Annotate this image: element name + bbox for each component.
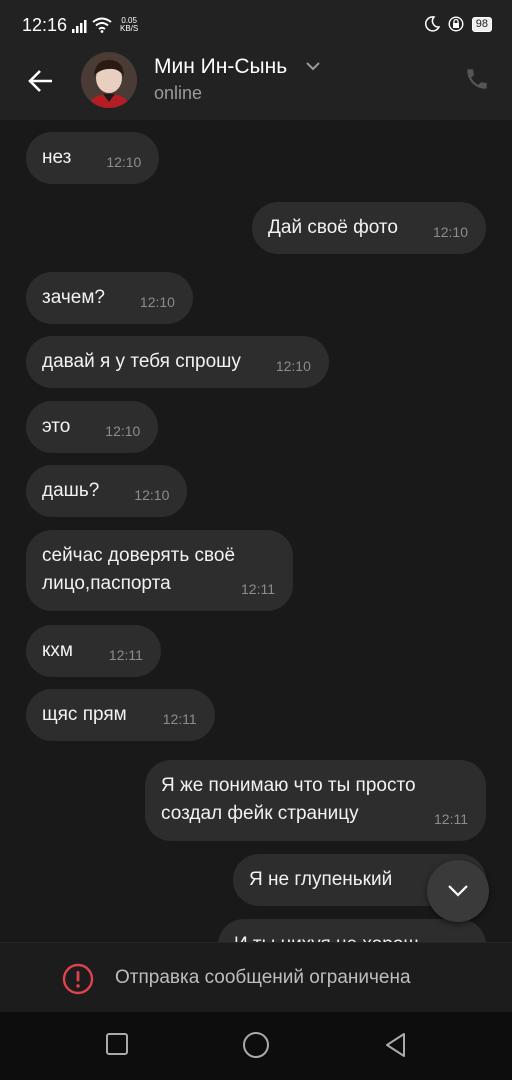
message-text: Я же понимаю что ты просто создал фейк с… — [161, 775, 416, 824]
message-time: 12:10 — [275, 358, 311, 374]
message-bubble[interactable]: сейчас доверять своё лицо,паспорта 12:11 — [26, 530, 293, 611]
chevron-down-icon[interactable] — [305, 61, 321, 71]
phone-icon[interactable] — [464, 66, 490, 92]
back-arrow-icon[interactable] — [26, 66, 56, 96]
message-bubble[interactable]: щяс прям 12:11 — [26, 689, 215, 741]
message-text: давай я у тебя спрошу — [42, 351, 241, 372]
status-time: 12:16 — [22, 15, 68, 35]
message-text: нез — [42, 147, 72, 168]
message-text: Я не глупенький — [249, 869, 393, 890]
message-time: 12:11 — [434, 811, 468, 827]
signal-icon — [72, 20, 87, 33]
avatar[interactable] — [81, 52, 137, 108]
message-bubble[interactable]: Я же понимаю что ты просто создал фейк с… — [145, 760, 486, 841]
message-bubble[interactable]: Дай своё фото 12:10 — [252, 202, 486, 254]
message-time: 12:10 — [106, 154, 142, 170]
status-icons-left: 0.05 KB/S — [70, 17, 138, 33]
message-text: дашь? — [42, 480, 100, 501]
home-icon[interactable] — [242, 1031, 270, 1059]
message-time: 12:10 — [105, 423, 141, 439]
message-bubble[interactable]: зачем? 12:10 — [26, 272, 193, 324]
message-text: кхм — [42, 640, 73, 661]
message-text: И ты нихуя не хорош — [234, 934, 419, 942]
message-time: 12:11 — [108, 647, 143, 663]
back-nav-icon[interactable] — [384, 1032, 406, 1058]
network-speed-unit: KB/S — [120, 24, 139, 33]
status-bar: 12:16 0.05 KB/S 98 — [0, 0, 512, 52]
restriction-banner: Отправка сообщений ограничена — [0, 942, 512, 1012]
moon-icon — [424, 16, 440, 32]
message-bubble[interactable]: давай я у тебя спрошу 12:10 — [26, 336, 329, 388]
contact-name[interactable]: Мин Ин-Сынь — [154, 55, 287, 79]
system-nav-bar — [0, 1012, 512, 1080]
message-bubble[interactable]: дашь? 12:10 — [26, 465, 188, 517]
scroll-to-bottom-button[interactable] — [427, 860, 489, 922]
message-bubble[interactable]: нез 12:10 — [26, 132, 160, 184]
message-text: это — [42, 416, 71, 437]
message-text: Дай своё фото — [268, 217, 398, 238]
recent-apps-icon[interactable] — [105, 1032, 129, 1056]
alert-circle-icon — [62, 963, 94, 995]
network-speed: 0.05 KB/S — [120, 17, 138, 33]
message-text: сейчас доверять своё лицо,паспорта — [42, 545, 236, 594]
lock-rotation-icon — [448, 16, 464, 32]
message-text: щяс прям — [42, 704, 127, 725]
message-time: 12:11 — [241, 581, 275, 597]
chevron-down-icon — [448, 885, 468, 897]
message-text: зачем? — [42, 287, 105, 308]
restriction-text: Отправка сообщений ограничена — [115, 967, 411, 988]
message-time: 12:11 — [162, 711, 197, 727]
battery-indicator: 98 — [471, 16, 492, 32]
contact-status: online — [154, 83, 203, 103]
status-icons-right: 98 — [424, 16, 492, 32]
wifi-icon — [92, 17, 112, 33]
chat-header: Мин Ин-Сынь online — [0, 52, 512, 120]
message-bubble[interactable]: кхм 12:11 — [26, 625, 161, 677]
message-time: 12:10 — [134, 487, 170, 503]
message-bubble[interactable]: это 12:10 — [26, 401, 159, 453]
avatar-image — [81, 52, 137, 108]
message-list[interactable]: нез 12:10 Дай своё фото 12:10 зачем? 12:… — [0, 120, 512, 942]
message-time: 12:10 — [432, 224, 468, 240]
message-bubble[interactable]: И ты нихуя не хорош — [218, 919, 486, 942]
message-time: 12:10 — [139, 294, 175, 310]
